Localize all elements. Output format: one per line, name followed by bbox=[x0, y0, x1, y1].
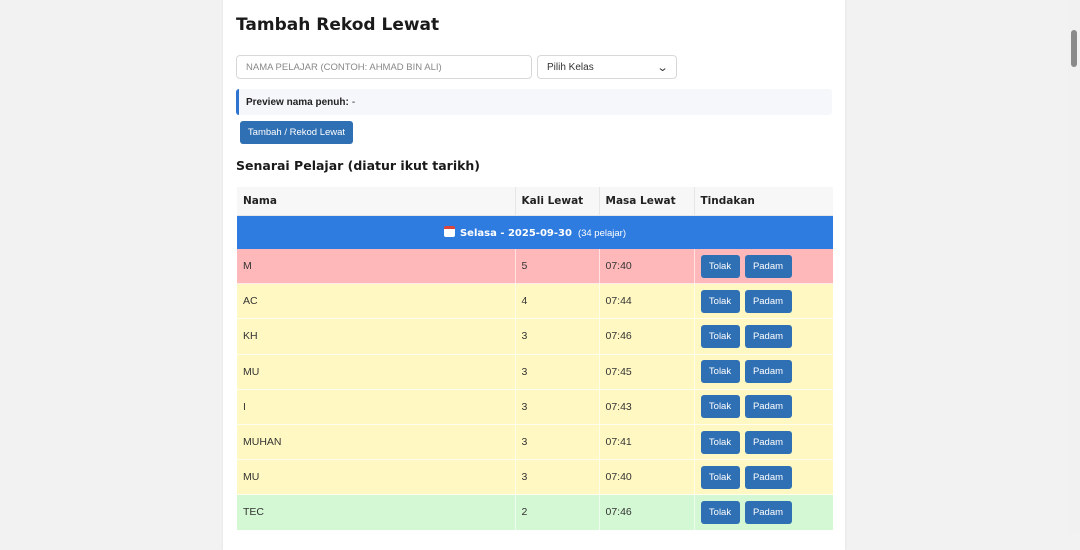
late-time: 07:46 bbox=[599, 494, 695, 531]
late-count: 4 bbox=[515, 283, 600, 320]
table-row: MUHAN 3 07:41 Tolak Padam bbox=[237, 424, 833, 461]
name-preview: Preview nama penuh: - bbox=[236, 89, 832, 115]
student-name: MU bbox=[237, 459, 516, 496]
student-name: AC bbox=[237, 283, 516, 320]
late-count: 3 bbox=[515, 424, 600, 461]
preview-label: Preview nama penuh: bbox=[246, 96, 349, 108]
student-name-input[interactable] bbox=[236, 55, 532, 79]
reject-button[interactable]: Tolak bbox=[700, 324, 740, 348]
table-row: M 5 07:40 Tolak Padam bbox=[237, 249, 833, 285]
student-name: M bbox=[237, 249, 516, 285]
row-actions: Tolak Padam bbox=[694, 389, 833, 425]
late-count: 3 bbox=[515, 318, 600, 355]
student-table: Nama Kali Lewat Masa Lewat Tindakan Sela… bbox=[237, 187, 833, 531]
reject-button[interactable]: Tolak bbox=[700, 395, 740, 419]
table-row: I 3 07:43 Tolak Padam bbox=[237, 389, 833, 425]
student-name: KH bbox=[237, 318, 516, 355]
student-name: MUHAN bbox=[237, 424, 516, 461]
late-time: 07:40 bbox=[599, 249, 695, 285]
add-record-button[interactable]: Tambah / Rekod Lewat bbox=[240, 121, 353, 144]
late-time: 07:45 bbox=[599, 354, 695, 390]
column-header-actions: Tindakan bbox=[694, 187, 833, 216]
delete-button[interactable]: Padam bbox=[744, 360, 792, 384]
delete-button[interactable]: Padam bbox=[744, 500, 792, 524]
student-name: MU bbox=[237, 354, 516, 390]
late-time: 07:41 bbox=[599, 424, 695, 461]
chevron-down-icon: ⌄ bbox=[656, 61, 669, 74]
reject-button[interactable]: Tolak bbox=[700, 360, 740, 384]
delete-button[interactable]: Padam bbox=[744, 324, 792, 348]
reject-button[interactable]: Tolak bbox=[700, 289, 740, 313]
group-count: (34 pelajar) bbox=[577, 228, 626, 239]
page-title: Tambah Rekod Lewat bbox=[236, 15, 440, 35]
delete-button[interactable]: Padam bbox=[744, 395, 792, 419]
late-time: 07:40 bbox=[599, 459, 695, 496]
late-count: 2 bbox=[515, 494, 600, 531]
list-title: Senarai Pelajar (diatur ikut tarikh) bbox=[236, 158, 481, 173]
table-row: AC 4 07:44 Tolak Padam bbox=[237, 283, 833, 320]
class-select-value: Pilih Kelas bbox=[547, 61, 594, 73]
reject-button[interactable]: Tolak bbox=[700, 254, 740, 278]
table-row: TEC 2 07:46 Tolak Padam bbox=[237, 494, 833, 531]
student-name: TEC bbox=[237, 494, 516, 531]
late-count: 5 bbox=[515, 249, 600, 285]
row-actions: Tolak Padam bbox=[694, 494, 833, 531]
group-date: Selasa - 2025-09-30 bbox=[459, 228, 572, 239]
column-header-name: Nama bbox=[237, 187, 516, 216]
class-select[interactable]: Pilih Kelas ⌄ bbox=[537, 55, 677, 79]
late-time: 07:43 bbox=[599, 389, 695, 425]
late-time: 07:46 bbox=[599, 318, 695, 355]
student-name: I bbox=[237, 389, 516, 425]
late-count: 3 bbox=[515, 459, 600, 496]
reject-button[interactable]: Tolak bbox=[700, 465, 740, 489]
scrollbar[interactable] bbox=[1068, 0, 1080, 534]
table-header: Nama Kali Lewat Masa Lewat Tindakan bbox=[237, 187, 833, 216]
late-count: 3 bbox=[515, 354, 600, 390]
row-actions: Tolak Padam bbox=[694, 318, 833, 355]
column-header-times: Kali Lewat bbox=[515, 187, 600, 216]
calendar-icon bbox=[443, 226, 455, 237]
delete-button[interactable]: Padam bbox=[744, 465, 792, 489]
table-row: MU 3 07:40 Tolak Padam bbox=[237, 459, 833, 496]
column-header-time: Masa Lewat bbox=[599, 187, 695, 216]
date-group-header: Selasa - 2025-09-30 (34 pelajar) bbox=[237, 215, 833, 249]
row-actions: Tolak Padam bbox=[694, 354, 833, 390]
delete-button[interactable]: Padam bbox=[744, 254, 792, 278]
delete-button[interactable]: Padam bbox=[744, 289, 792, 313]
late-count: 3 bbox=[515, 389, 600, 425]
row-actions: Tolak Padam bbox=[694, 459, 833, 496]
delete-button[interactable]: Padam bbox=[744, 430, 792, 454]
table-row: KH 3 07:46 Tolak Padam bbox=[237, 318, 833, 355]
late-time: 07:44 bbox=[599, 283, 695, 320]
row-actions: Tolak Padam bbox=[694, 283, 833, 320]
row-actions: Tolak Padam bbox=[694, 249, 833, 285]
scrollbar-thumb[interactable] bbox=[1071, 30, 1077, 67]
preview-value: - bbox=[351, 96, 356, 108]
row-actions: Tolak Padam bbox=[694, 424, 833, 461]
reject-button[interactable]: Tolak bbox=[700, 430, 740, 454]
reject-button[interactable]: Tolak bbox=[700, 500, 740, 524]
table-row: MU 3 07:45 Tolak Padam bbox=[237, 354, 833, 390]
